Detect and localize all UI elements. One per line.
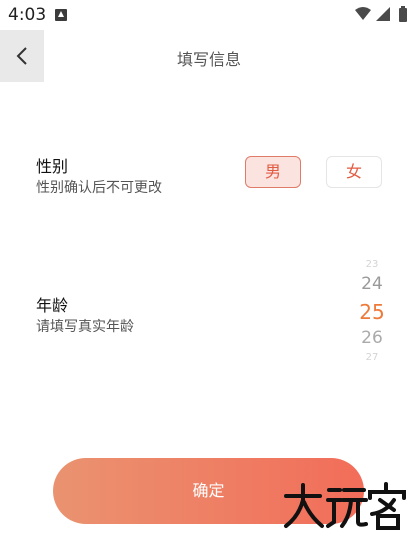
age-option[interactable]: 27 [352, 353, 392, 360]
gender-subtitle: 性别确认后不可更改 [36, 180, 162, 196]
status-time: 4:03 [8, 5, 47, 25]
header-bar: 填写信息 [0, 30, 418, 82]
age-option[interactable]: 23 [352, 260, 392, 267]
age-option[interactable]: 24 [352, 274, 392, 294]
age-subtitle: 请填写真实年龄 [36, 319, 134, 335]
signal-icon [376, 7, 390, 21]
gender-title: 性别 [36, 157, 69, 176]
age-option[interactable]: 26 [352, 328, 392, 348]
page-title: 填写信息 [176, 50, 241, 69]
battery-icon [399, 8, 407, 22]
age-title: 年龄 [36, 296, 69, 315]
age-option-selected[interactable]: 25 [352, 300, 392, 324]
gender-male-button[interactable]: 男 [245, 156, 301, 188]
notification-icon [55, 9, 67, 21]
status-icons [355, 6, 407, 22]
age-picker[interactable]: 23 24 25 26 27 [352, 258, 392, 363]
gender-female-button[interactable]: 女 [326, 156, 382, 188]
wifi-icon [355, 7, 371, 20]
watermark-logo [284, 482, 406, 530]
status-bar: 4:03 [0, 0, 418, 30]
